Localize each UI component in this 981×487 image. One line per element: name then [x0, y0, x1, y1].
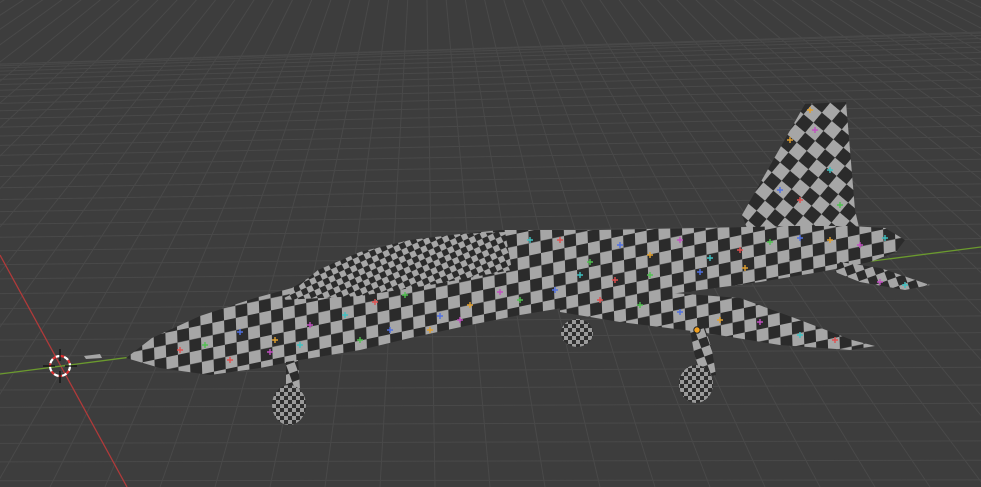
grid-line: [0, 0, 44, 30]
grid-line: [0, 57, 981, 86]
nose-landing-gear: [272, 360, 306, 425]
3d-viewport[interactable]: [0, 0, 981, 487]
grid-line: [0, 32, 981, 65]
aircraft-mesh[interactable]: [84, 102, 930, 425]
grid-line: [0, 0, 101, 82]
grid-line: [0, 0, 5, 4]
grid-line: [0, 479, 981, 482]
grid-line: [0, 440, 981, 444]
grid-line: [0, 459, 981, 463]
grid-line: [0, 402, 981, 408]
grid-line: [0, 0, 25, 16]
viewport-canvas[interactable]: [0, 0, 981, 487]
main-landing-gear-far: [561, 319, 593, 347]
nose-probe: [84, 354, 102, 359]
grid-line: [0, 366, 981, 374]
grid-line: [0, 421, 981, 426]
horizontal-stabilizer: [835, 262, 930, 290]
grid-line: [0, 0, 63, 46]
tail-fin: [742, 102, 860, 236]
object-origin-point[interactable]: [693, 326, 701, 334]
main-landing-gear-near: [679, 328, 716, 403]
